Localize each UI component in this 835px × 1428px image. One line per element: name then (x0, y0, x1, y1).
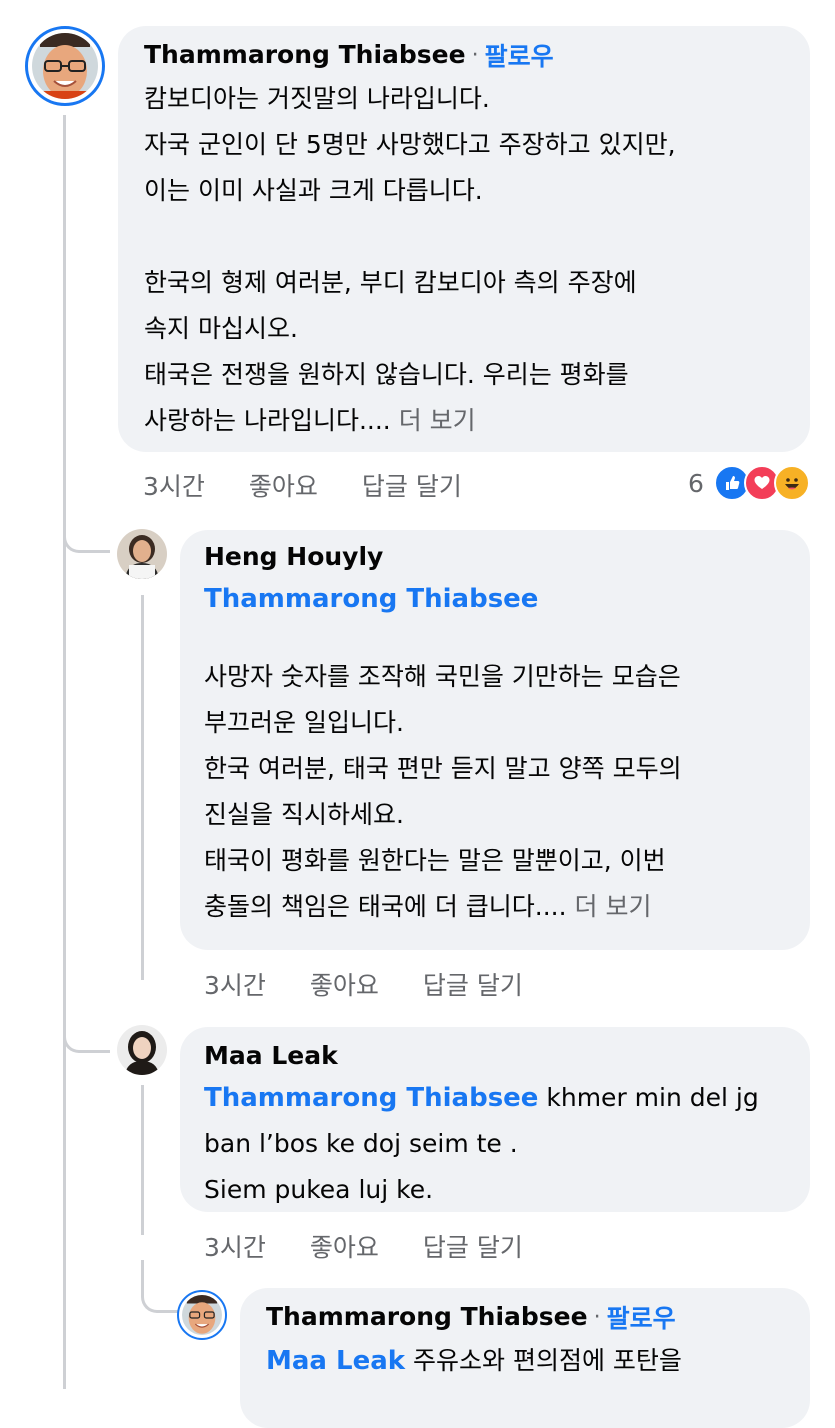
follow-button[interactable]: 팔로우 (607, 1299, 676, 1335)
thread-connector-1 (63, 500, 110, 553)
mention-link[interactable]: Maa Leak (266, 1346, 405, 1376)
comment-actions-1: 3시간 좋아요 답글 달기 (143, 467, 462, 503)
comment-actions-2: 3시간 좋아요 답글 달기 (204, 966, 523, 1002)
haha-reaction-icon (773, 465, 810, 501)
reply-button[interactable]: 답글 달기 (423, 966, 523, 1002)
avatar-photo (32, 33, 98, 99)
reply-button[interactable]: 답글 달기 (362, 467, 462, 503)
reaction-summary[interactable]: 6 (688, 465, 810, 501)
author-name[interactable]: Thammarong Thiabsee (144, 40, 466, 70)
thread-line-reply-2 (141, 1085, 144, 1235)
thread-connector-3 (141, 1260, 180, 1313)
avatar-heng-houyly[interactable] (117, 529, 167, 579)
author-name[interactable]: Maa Leak (204, 1041, 786, 1071)
comment-time: 3시간 (143, 472, 205, 501)
author-name[interactable]: Thammarong Thiabsee (266, 1302, 588, 1332)
see-more-link[interactable]: 더 보기 (567, 892, 652, 921)
comment-header-1: Thammarong Thiabsee · 팔로우 (144, 38, 786, 72)
comment-text-2: 사망자 숫자를 조작해 국민을 기만하는 모습은 부끄러운 일입니다. 한국 여… (204, 654, 786, 930)
mention-link[interactable]: Thammarong Thiabsee (204, 1083, 538, 1113)
avatar-maa-leak[interactable] (117, 1025, 167, 1075)
follow-button[interactable]: 팔로우 (485, 37, 554, 73)
comment-time: 3시간 (204, 971, 266, 1000)
reply-button[interactable]: 답글 달기 (423, 1228, 523, 1264)
thread-line-main (63, 115, 66, 1389)
comment-text-4: Maa Leak 주유소와 편의점에 포탄을 (266, 1338, 786, 1384)
author-name[interactable]: Heng Houyly (204, 542, 786, 572)
comment-time: 3시간 (204, 1233, 266, 1262)
mention-link[interactable]: Thammarong Thiabsee (204, 584, 786, 614)
thread-line-reply-1 (141, 595, 144, 980)
like-button[interactable]: 좋아요 (249, 467, 318, 503)
avatar-photo (182, 1295, 222, 1335)
comment-actions-3: 3시간 좋아요 답글 달기 (204, 1228, 523, 1264)
comment-body: 주유소와 편의점에 포탄을 (405, 1346, 682, 1375)
reaction-count: 6 (688, 468, 704, 498)
separator-dot: · (471, 42, 479, 68)
comment-text-1: 캄보디아는 거짓말의 나라입니다. 자국 군인이 단 5명만 사망했다고 주장하… (144, 76, 786, 444)
comment-header-4: Thammarong Thiabsee · 팔로우 (266, 1300, 786, 1334)
avatar-thammarong[interactable] (25, 26, 105, 106)
like-button[interactable]: 좋아요 (310, 1228, 379, 1264)
thread-connector-2 (63, 1000, 110, 1053)
reaction-icons (713, 465, 810, 501)
comment-bubble-4: Thammarong Thiabsee · 팔로우 Maa Leak 주유소와 … (240, 1288, 810, 1428)
see-more-link[interactable]: 더 보기 (391, 406, 476, 435)
comment-body-first: khmer min del jg (538, 1083, 759, 1112)
comment-bubble-1: Thammarong Thiabsee · 팔로우 캄보디아는 거짓말의 나라입… (118, 26, 810, 452)
comment-bubble-3: Maa Leak Thammarong Thiabsee khmer min d… (180, 1027, 810, 1212)
comment-body: 캄보디아는 거짓말의 나라입니다. 자국 군인이 단 5명만 사망했다고 주장하… (144, 84, 676, 435)
comment-body-rest: ban l’bos ke doj seim te . Siem pukea lu… (204, 1129, 518, 1204)
comment-body: 사망자 숫자를 조작해 국민을 기만하는 모습은 부끄러운 일입니다. 한국 여… (204, 662, 682, 921)
avatar-thammarong-small[interactable] (177, 1290, 227, 1340)
separator-dot: · (593, 1304, 601, 1330)
like-button[interactable]: 좋아요 (310, 966, 379, 1002)
comment-text-3: Thammarong Thiabsee khmer min del jg ban … (204, 1075, 786, 1213)
comment-bubble-2: Heng Houyly Thammarong Thiabsee 사망자 숫자를 … (180, 530, 810, 950)
